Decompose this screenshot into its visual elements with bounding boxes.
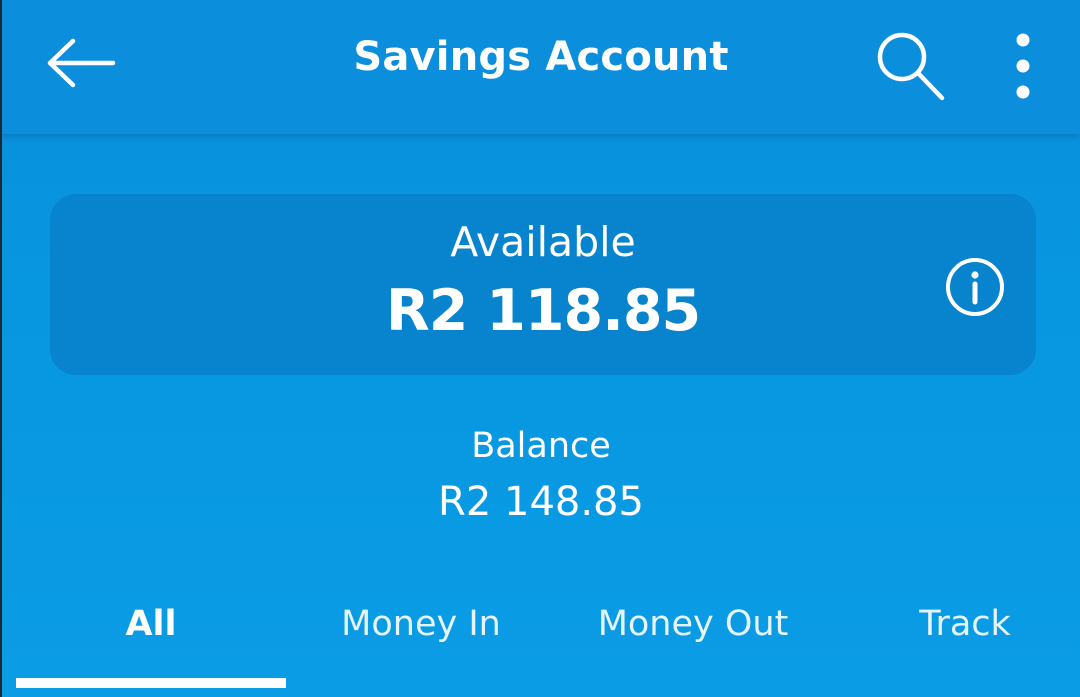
app-screen: Savings Account Available R2 118.85 Bala…: [0, 0, 1080, 697]
tab-money-in[interactable]: Money In: [286, 590, 556, 658]
transaction-tabs: All Money In Money Out Track: [2, 590, 1080, 697]
app-bar: Savings Account: [2, 0, 1080, 134]
available-label: Available: [450, 218, 636, 266]
info-icon: [946, 258, 1004, 316]
active-tab-indicator: [16, 678, 286, 688]
info-button[interactable]: [940, 252, 1010, 322]
balance-label: Balance: [471, 426, 611, 466]
tab-money-out[interactable]: Money Out: [558, 590, 828, 658]
tab-track[interactable]: Track: [828, 590, 1080, 658]
search-button[interactable]: [864, 26, 956, 106]
available-balance-card: Available R2 118.85: [50, 194, 1036, 375]
tab-all[interactable]: All: [16, 590, 286, 658]
more-options-button[interactable]: [992, 26, 1054, 106]
balance-amount: R2 148.85: [438, 479, 644, 525]
more-vertical-icon: [1016, 33, 1030, 99]
available-amount: R2 118.85: [385, 278, 701, 344]
search-icon: [877, 32, 945, 101]
